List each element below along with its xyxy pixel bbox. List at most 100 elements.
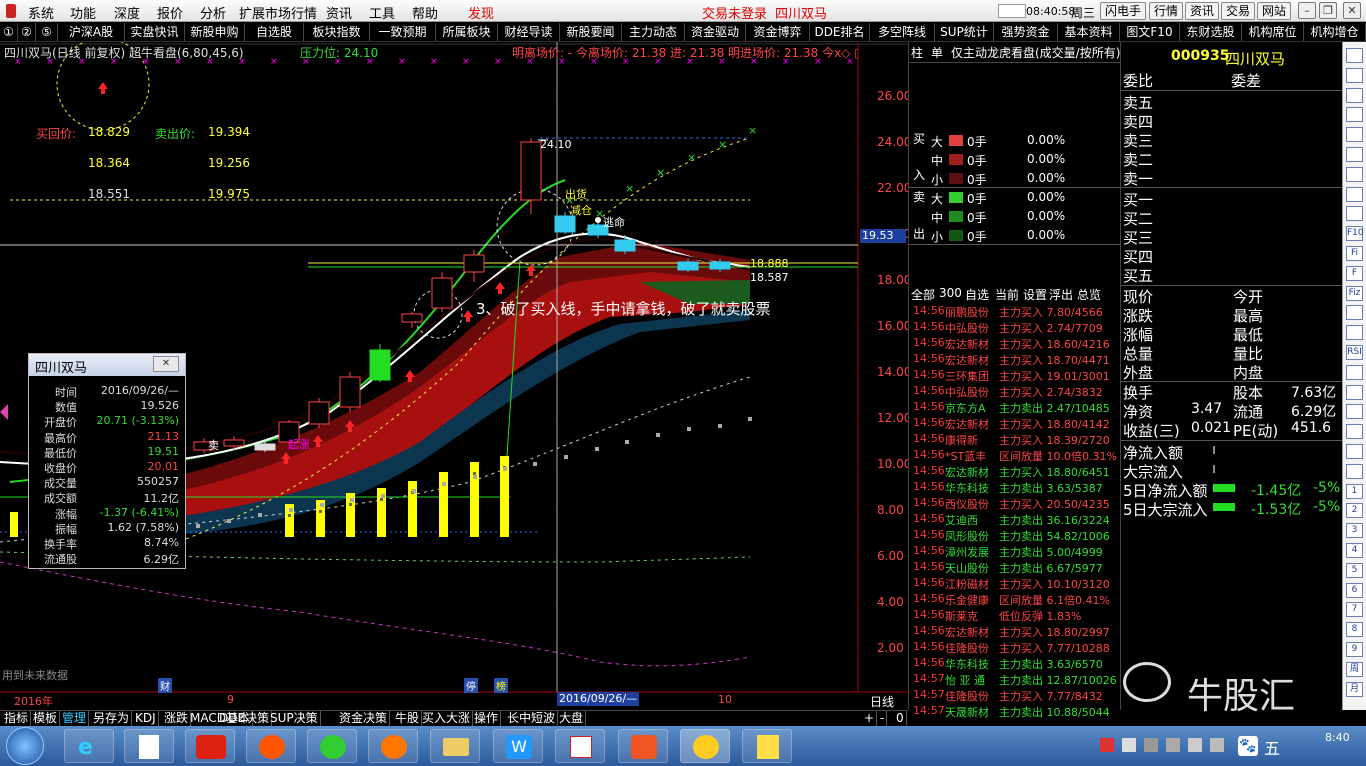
indicator-tab-11[interactable]: 买入大涨 — [420, 711, 474, 726]
w-app-icon[interactable]: W — [493, 729, 543, 763]
sell-level-2[interactable]: 卖二 — [1123, 149, 1153, 170]
tab-4[interactable]: 实盘快讯 — [125, 23, 185, 41]
ticker-row[interactable]: 14:56 宏达新材 主力买入 18.60/4216 — [909, 336, 1121, 352]
tool-icon-24[interactable]: 3 — [1346, 523, 1363, 539]
tool-icon-22[interactable]: 1 — [1346, 483, 1363, 499]
ticker-filter-0[interactable]: 全部 — [911, 286, 935, 303]
flow-tab-1[interactable]: 单 — [931, 44, 943, 61]
stock-app-active-icon[interactable] — [680, 729, 730, 763]
ticker-row[interactable]: 14:56 中弘股份 主力买入 2.74/7709 — [909, 320, 1121, 336]
ticker-row[interactable]: 14:56 宏达新材 主力买入 18.80/6451 — [909, 464, 1121, 480]
ticker-filter-6[interactable]: 总览 — [1077, 286, 1101, 303]
ticker-row[interactable]: 14:56 宏达新材 主力买入 18.80/2997 — [909, 624, 1121, 640]
tool-icon-14[interactable] — [1346, 325, 1363, 341]
tool-icon-28[interactable]: 7 — [1346, 602, 1363, 618]
ticker-row[interactable]: 14:56 京东方A 主力卖出 2.47/10485 — [909, 400, 1121, 416]
tab-0[interactable]: ① — [0, 23, 18, 41]
menu-extended-market[interactable]: 扩展市场行情 — [239, 3, 317, 22]
zoom-nav-1[interactable]: - — [878, 711, 888, 726]
trading-app-icon[interactable] — [618, 729, 668, 763]
tray-icon-1[interactable] — [1100, 738, 1114, 752]
tab-18[interactable]: 强势资金 — [994, 23, 1058, 41]
tool-icon-13[interactable] — [1346, 305, 1363, 321]
tab-6[interactable]: 自选股 — [245, 23, 304, 41]
ticker-row[interactable]: 14:56 天山股份 主力卖出 6.67/5977 — [909, 560, 1121, 576]
flow-tab-2[interactable]: 仅主动 — [951, 44, 987, 61]
ticker-row[interactable]: 14:56 华东科技 主力卖出 3.63/5387 — [909, 480, 1121, 496]
ticker-filter-5[interactable]: 浮出 — [1049, 286, 1073, 303]
tool-icon-8[interactable] — [1346, 206, 1363, 222]
tab-16[interactable]: 多空阵线 — [870, 23, 935, 41]
browser-360-icon[interactable] — [307, 729, 357, 763]
tool-icon-1[interactable] — [1346, 67, 1363, 83]
menu-system[interactable]: 系统 — [28, 3, 54, 22]
start-button-icon[interactable] — [6, 727, 44, 765]
close-icon[interactable]: ✕ — [1343, 2, 1361, 19]
tab-23[interactable]: 机构增仓 — [1304, 23, 1366, 41]
sell-level-5[interactable]: 卖五 — [1123, 92, 1153, 113]
menu-tools[interactable]: 工具 — [369, 3, 395, 22]
tmall-icon[interactable] — [185, 729, 235, 763]
tool-icon-25[interactable]: 4 — [1346, 543, 1363, 558]
zoom-nav-0[interactable]: + — [862, 711, 878, 726]
ticker-row[interactable]: 14:57 佳隆股份 主力买入 7.77/8432 — [909, 688, 1121, 704]
ime-paw-icon[interactable]: 🐾 — [1238, 736, 1258, 756]
ticker-row[interactable]: 14:57 天晟新材 主力卖出 10.88/5044 — [909, 704, 1121, 720]
menu-news[interactable]: 资讯 — [326, 3, 352, 22]
indicator-tab-3[interactable]: 另存为 — [91, 711, 133, 726]
ticker-filter-1[interactable]: 300 — [939, 286, 962, 300]
tool-icon-27[interactable]: 6 — [1346, 582, 1363, 598]
tab-9[interactable]: 所属板块 — [436, 23, 498, 41]
ticker-row[interactable]: 14:56 三环集团 主力买入 19.01/3001 — [909, 368, 1121, 384]
taskbar-clock[interactable]: 8:40 — [1325, 731, 1350, 744]
tab-15[interactable]: DDE排名 — [810, 23, 870, 41]
tab-1[interactable]: ② — [18, 23, 36, 41]
sell-level-4[interactable]: 卖四 — [1123, 111, 1153, 132]
tool-icon-4[interactable] — [1346, 127, 1363, 143]
indicator-tab-14[interactable]: 大盘 — [557, 711, 587, 726]
sticky-note-icon[interactable] — [742, 729, 792, 763]
buy-level-2[interactable]: 买二 — [1123, 208, 1153, 229]
tray-icon-6[interactable] — [1210, 738, 1224, 752]
tab-7[interactable]: 板块指数 — [304, 23, 370, 41]
tray-icon-4[interactable] — [1166, 738, 1180, 752]
tray-icon-3[interactable] — [1144, 738, 1158, 752]
indicator-tab-10[interactable]: 牛股 — [393, 711, 423, 726]
bar-info-popup[interactable]: 四川双马 ✕ 时间 2016/09/26/— 数值 19.526 开盘价 20.71 (-… — [28, 353, 186, 569]
minimize-icon[interactable]: – — [1298, 2, 1316, 19]
tool-icon-20[interactable] — [1346, 444, 1363, 459]
ime-mode[interactable]: 五 — [1264, 735, 1280, 759]
popup-close-icon[interactable]: ✕ — [153, 356, 179, 372]
tray-icon-5[interactable] — [1188, 738, 1202, 752]
ticker-row[interactable]: 14:56 *ST蓝丰 区间放量 10.0倍0.31% — [909, 448, 1121, 464]
tab-22[interactable]: 机构席位 — [1242, 23, 1304, 41]
menu-function[interactable]: 功能 — [70, 3, 96, 22]
menu-depth[interactable]: 深度 — [114, 3, 140, 22]
sell-level-1[interactable]: 卖一 — [1123, 168, 1153, 189]
menu-help[interactable]: 帮助 — [412, 3, 438, 22]
buy-level-1[interactable]: 买一 — [1123, 189, 1153, 210]
file-explorer-icon[interactable] — [430, 729, 480, 763]
tool-icon-12[interactable]: Fiz — [1346, 285, 1363, 301]
tool-icon-9[interactable]: F10 — [1346, 226, 1364, 242]
finance-event-marker[interactable]: 财 — [158, 678, 172, 693]
ticker-row[interactable]: 14:56 江粉磁材 主力买入 10.10/3120 — [909, 576, 1121, 592]
tool-icon-19[interactable] — [1346, 424, 1363, 440]
orange-app-icon[interactable] — [368, 729, 418, 763]
ticker-filter-2[interactable]: 自选 — [965, 286, 989, 303]
ticker-row[interactable]: 14:56 艾迪西 主力卖出 36.16/3224 — [909, 512, 1121, 528]
buy-level-3[interactable]: 买三 — [1123, 227, 1153, 248]
indicator-tab-4[interactable]: KDJ — [133, 711, 159, 726]
buy-level-4[interactable]: 买四 — [1123, 246, 1153, 267]
ticker-row[interactable]: 14:56 华东科技 主力卖出 3.63/6570 — [909, 656, 1121, 672]
tab-19[interactable]: 基本资料 — [1058, 23, 1120, 41]
tab-12[interactable]: 主力动态 — [622, 23, 685, 41]
indicator-tab-0[interactable]: 指标 — [2, 711, 32, 726]
tool-icon-7[interactable] — [1346, 186, 1363, 202]
ticker-row[interactable]: 14:56 丽鹏股份 主力买入 7.80/4566 — [909, 304, 1121, 320]
buy-level-5[interactable]: 买五 — [1123, 265, 1153, 286]
indicator-tab-12[interactable]: 操作 — [472, 711, 502, 726]
ticker-row[interactable]: 14:56 斯莱克 低位反弹 1.83% — [909, 608, 1121, 624]
tool-icon-2[interactable] — [1346, 87, 1363, 103]
ticker-row[interactable]: 14:56 康得新 主力买入 18.39/2720 — [909, 432, 1121, 448]
